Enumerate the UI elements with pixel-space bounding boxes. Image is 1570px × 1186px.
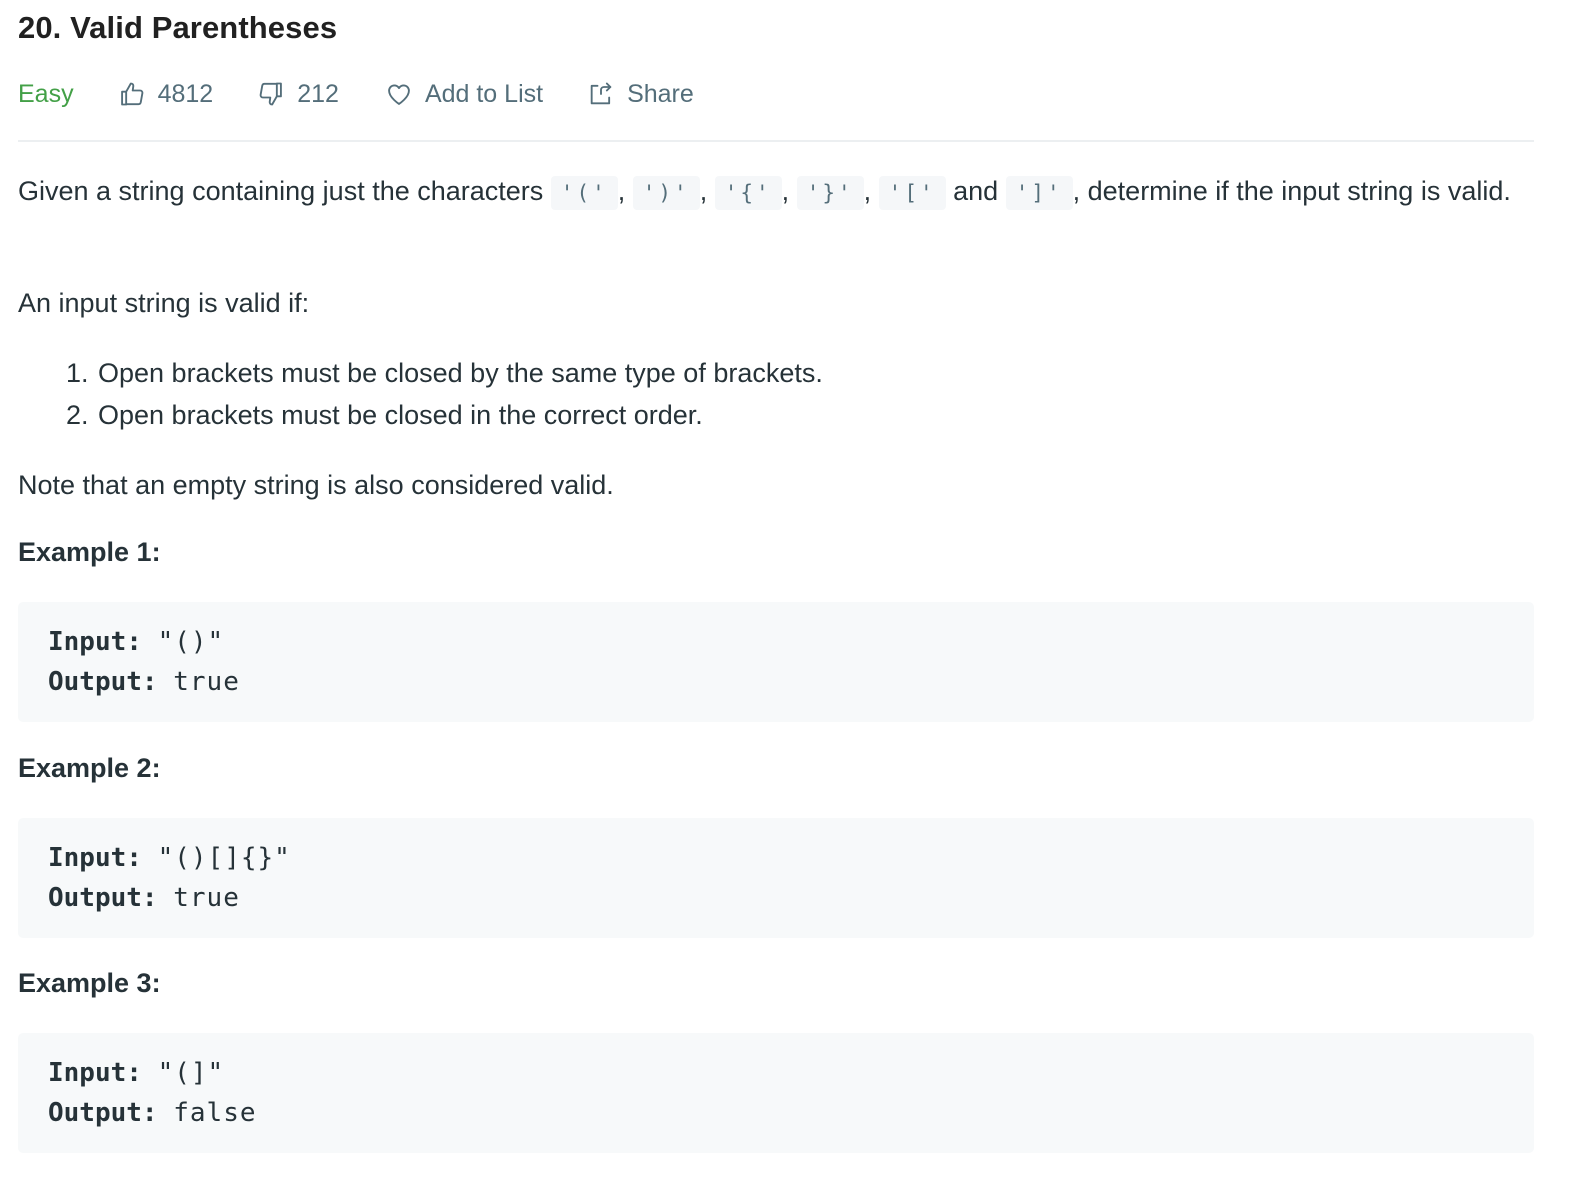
- comma: ,: [781, 176, 790, 206]
- comma: ,: [617, 176, 626, 206]
- output-label: Output:: [48, 883, 158, 913]
- example-3-title: Example 3:: [18, 968, 161, 998]
- add-to-list-label: Add to List: [424, 79, 544, 108]
- output-label: Output:: [48, 667, 158, 697]
- list-text: Open brackets must be closed in the corr…: [98, 400, 703, 430]
- dislike-button[interactable]: 212: [257, 80, 339, 109]
- example-output-line: Output: true: [48, 662, 1504, 702]
- output-value: true: [173, 883, 240, 913]
- share-button[interactable]: Share: [587, 80, 694, 109]
- example-2-code: Input: "()[]{}" Output: true: [18, 818, 1534, 938]
- problem-meta-bar: Easy 4812 212 Add to List Share: [18, 76, 694, 112]
- dislike-count: 212: [297, 79, 339, 108]
- char-close-paren: ')': [632, 176, 700, 210]
- comma: ,: [699, 176, 708, 206]
- char-close-brace: '}': [796, 176, 864, 210]
- char-open-brace: '{': [714, 176, 782, 210]
- example-input-line: Input: "()[]{}": [48, 838, 1504, 878]
- add-to-list-button[interactable]: Add to List: [385, 80, 543, 109]
- example-output-line: Output: true: [48, 878, 1504, 918]
- comma: ,: [863, 176, 872, 206]
- like-count: 4812: [157, 79, 214, 108]
- input-value: "(]": [157, 1058, 225, 1088]
- description-intro: Given a string containing just the chara…: [18, 170, 1534, 214]
- rules-list: 1. Open brackets must be closed by the s…: [66, 352, 823, 436]
- output-value: false: [173, 1098, 257, 1128]
- example-1-code: Input: "()" Output: true: [18, 602, 1534, 722]
- example-2-title: Example 2:: [18, 753, 161, 783]
- input-label: Input:: [48, 627, 142, 657]
- example-1-title: Example 1:: [18, 537, 161, 567]
- share-label: Share: [627, 79, 694, 108]
- list-number: 2.: [66, 400, 89, 430]
- intro-suffix: , determine if the input string is valid…: [1072, 176, 1511, 206]
- input-value: "()[]{}": [157, 843, 291, 873]
- example-input-line: Input: "()": [48, 622, 1504, 662]
- valid-if-text: An input string is valid if:: [18, 288, 310, 318]
- example-output-line: Output: false: [48, 1093, 1504, 1133]
- thumbs-down-icon: [259, 82, 283, 106]
- list-item: 2. Open brackets must be closed in the c…: [66, 394, 823, 436]
- problem-title: 20. Valid Parentheses: [18, 10, 338, 45]
- intro-text: Given a string containing just the chara…: [18, 176, 544, 206]
- input-label: Input:: [48, 843, 142, 873]
- output-value: true: [173, 667, 240, 697]
- char-open-paren: '(': [550, 176, 618, 210]
- thumbs-up-icon: [120, 82, 143, 106]
- heart-icon: [388, 84, 410, 105]
- note-text: Note that an empty string is also consid…: [18, 470, 614, 500]
- input-value: "()": [157, 627, 225, 657]
- example-3-code: Input: "(]" Output: false: [18, 1033, 1534, 1153]
- share-icon: [590, 82, 612, 105]
- like-button[interactable]: 4812: [118, 79, 214, 109]
- divider: [18, 140, 1534, 142]
- char-close-bracket: ']': [1005, 176, 1073, 210]
- list-number: 1.: [66, 358, 89, 388]
- input-label: Input:: [48, 1058, 142, 1088]
- and-text: and: [953, 176, 999, 206]
- list-item: 1. Open brackets must be closed by the s…: [66, 352, 823, 394]
- char-open-bracket: '[': [878, 176, 946, 210]
- list-text: Open brackets must be closed by the same…: [98, 358, 823, 388]
- example-input-line: Input: "(]": [48, 1053, 1504, 1093]
- difficulty-badge: Easy: [18, 79, 74, 108]
- output-label: Output:: [48, 1098, 158, 1128]
